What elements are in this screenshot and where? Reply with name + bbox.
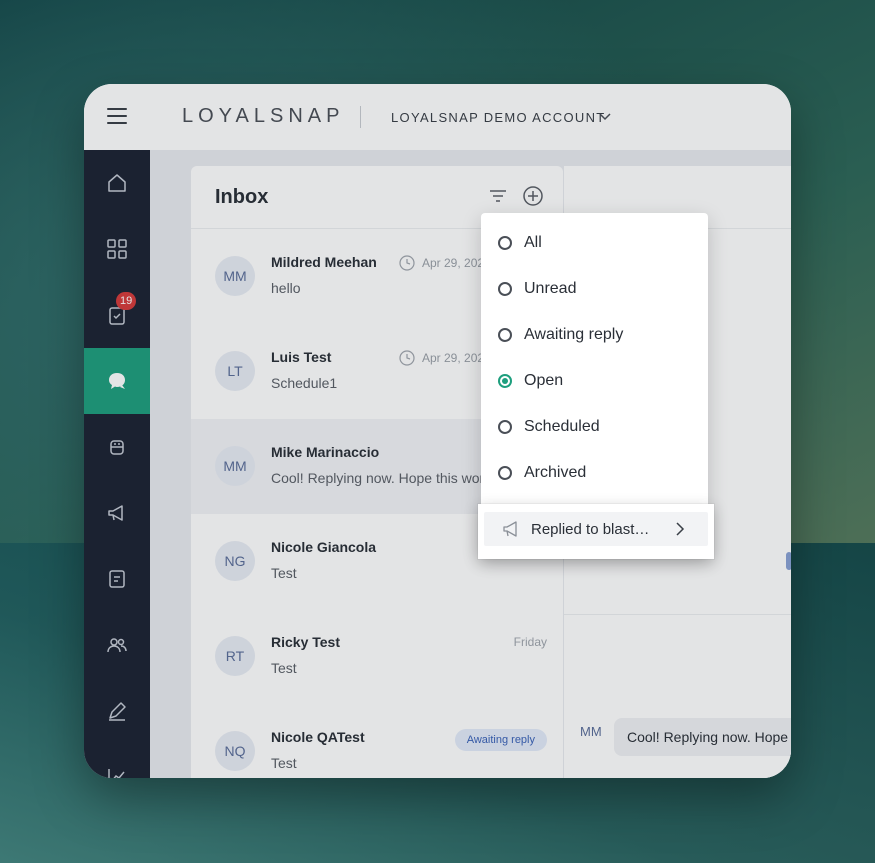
menu-icon[interactable] bbox=[107, 108, 127, 124]
conversation-row[interactable]: RT Ricky Test Test Friday bbox=[191, 609, 563, 705]
chart-icon bbox=[108, 769, 125, 778]
filter-option-unread[interactable]: Unread bbox=[481, 266, 708, 312]
message-preview: Schedule1 bbox=[271, 375, 338, 391]
timestamp: Apr 29, 2025 bbox=[399, 255, 491, 271]
sidebar-item-reports[interactable] bbox=[84, 744, 150, 778]
status-badge: Awaiting reply bbox=[454, 729, 547, 751]
filter-option-scheduled[interactable]: Scheduled bbox=[481, 404, 708, 450]
sidebar-item-tasks[interactable]: 19 bbox=[84, 282, 150, 348]
avatar: NG bbox=[215, 541, 255, 581]
message-preview: Test bbox=[271, 755, 297, 771]
filter-option-label: Awaiting reply bbox=[524, 326, 624, 343]
message-preview: Cool! Replying now. Hope this works! bbox=[271, 470, 503, 486]
conversation-row[interactable]: NQ Nicole QATest Test Awaiting reply bbox=[191, 704, 563, 778]
contact-name: Mildred Meehan bbox=[271, 254, 377, 270]
message-preview: Test bbox=[271, 565, 297, 581]
avatar: NQ bbox=[215, 731, 255, 771]
sidebar-item-dashboard[interactable] bbox=[84, 216, 150, 282]
sidebar: 19 bbox=[84, 150, 150, 778]
home-icon bbox=[108, 174, 126, 192]
megaphone-icon bbox=[503, 521, 517, 537]
sidebar-item-home[interactable] bbox=[84, 150, 150, 216]
sidebar-item-bots[interactable] bbox=[84, 414, 150, 480]
filter-option-label: Scheduled bbox=[524, 418, 600, 435]
filter-option-replied-to-blast[interactable]: Replied to blast… bbox=[484, 512, 708, 546]
account-switcher[interactable]: LOYALSNAP DEMO ACCOUNT bbox=[391, 110, 606, 125]
filter-option-archived[interactable]: Archived bbox=[481, 450, 708, 496]
contact-name: Mike Marinaccio bbox=[271, 444, 380, 460]
clock-icon bbox=[399, 350, 415, 366]
avatar: MM bbox=[580, 724, 602, 739]
clock-icon bbox=[399, 255, 415, 271]
filter-option-label: Open bbox=[524, 372, 564, 389]
sidebar-item-contacts[interactable] bbox=[84, 612, 150, 678]
sidebar-item-signatures[interactable] bbox=[84, 678, 150, 744]
radio-button[interactable] bbox=[498, 236, 512, 250]
task-count-badge: 19 bbox=[116, 292, 137, 310]
sidebar-item-campaigns[interactable] bbox=[84, 480, 150, 546]
filter-option-all[interactable]: All bbox=[481, 220, 708, 266]
contact-name: Luis Test bbox=[271, 349, 332, 365]
users-icon bbox=[107, 638, 127, 653]
divider bbox=[564, 614, 791, 615]
filter-option-label: Archived bbox=[524, 464, 587, 481]
radio-button[interactable] bbox=[498, 466, 512, 480]
radio-button[interactable] bbox=[498, 420, 512, 434]
message-preview: hello bbox=[271, 280, 301, 296]
top-bar: LOYALSNAP LOYALSNAP DEMO ACCOUNT bbox=[84, 84, 791, 151]
filter-option-label: Replied to blast… bbox=[531, 520, 650, 538]
avatar: RT bbox=[215, 636, 255, 676]
filter-option-label: All bbox=[524, 234, 542, 251]
radio-button[interactable] bbox=[498, 282, 512, 296]
sidebar-item-templates[interactable] bbox=[84, 546, 150, 612]
message-bubble: Cool! Replying now. Hope this works! bbox=[614, 718, 791, 756]
divider bbox=[360, 106, 361, 128]
chevron-down-icon[interactable] bbox=[598, 109, 612, 123]
message-preview: Test bbox=[271, 660, 297, 676]
chat-icon bbox=[109, 373, 125, 389]
megaphone-icon bbox=[108, 505, 123, 521]
filter-option-awaiting-reply[interactable]: Awaiting reply bbox=[481, 312, 708, 358]
grid-icon bbox=[107, 239, 127, 259]
timestamp: Friday bbox=[513, 635, 547, 649]
radio-button-selected[interactable] bbox=[498, 374, 512, 388]
chevron-right-icon bbox=[676, 522, 685, 536]
radio-button[interactable] bbox=[498, 328, 512, 342]
inbox-title: Inbox bbox=[215, 186, 269, 208]
avatar: MM bbox=[215, 256, 255, 296]
add-conversation-icon[interactable] bbox=[522, 185, 544, 207]
timestamp: Apr 29, 2025 bbox=[399, 350, 491, 366]
contact-name: Ricky Test bbox=[271, 634, 340, 650]
contact-name: Nicole Giancola bbox=[271, 539, 377, 555]
avatar: MM bbox=[215, 446, 255, 486]
sidebar-item-inbox[interactable] bbox=[84, 348, 150, 414]
scroll-indicator bbox=[786, 552, 791, 570]
avatar: LT bbox=[215, 351, 255, 391]
filter-option-label: Unread bbox=[524, 280, 577, 297]
replied-to-blast-highlight: Replied to blast… bbox=[478, 504, 714, 559]
app-logo: LOYALSNAP bbox=[182, 105, 345, 127]
signature-icon bbox=[109, 702, 126, 721]
filter-icon[interactable] bbox=[488, 186, 508, 206]
robot-icon bbox=[110, 440, 124, 455]
app-window: LOYALSNAP LOYALSNAP DEMO ACCOUNT 19 Inbo… bbox=[84, 84, 791, 778]
filter-option-open[interactable]: Open bbox=[481, 358, 708, 404]
filter-dropdown: All Unread Awaiting reply Open Scheduled… bbox=[481, 213, 708, 554]
contact-name: Nicole QATest bbox=[271, 729, 365, 745]
document-icon bbox=[109, 570, 125, 588]
